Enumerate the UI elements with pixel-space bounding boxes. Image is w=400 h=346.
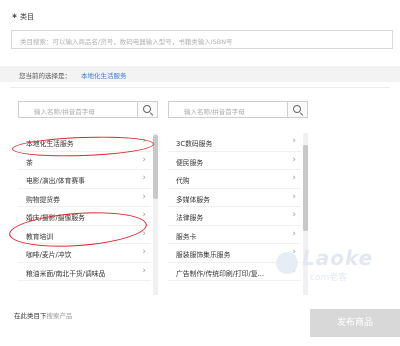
list-item-label: 咖啡/麦片/冲饮 xyxy=(26,251,72,259)
level2-search-placeholder: 输入名称/拼音首字母 xyxy=(184,108,245,116)
list-item-label: 粮油米面/南北干货/调味品 xyxy=(26,269,106,278)
level1-search-button[interactable] xyxy=(137,102,157,117)
current-selection-value[interactable]: 本地化生活服务 xyxy=(81,70,127,80)
chevron-right-icon: › xyxy=(142,210,146,220)
chevron-right-icon: › xyxy=(292,228,296,239)
list-item-label: 服务卡 xyxy=(176,232,197,241)
chevron-right-icon: › xyxy=(292,173,296,183)
list-item-label: 广告制作/传统印刷/打印/复... xyxy=(176,269,265,278)
list-item-label: 便民服务 xyxy=(176,158,204,167)
watermark-subtext: com老客 xyxy=(310,273,348,283)
current-selection-label: 您当前的选择是： xyxy=(19,72,71,80)
chevron-right-icon: › xyxy=(142,154,146,165)
chevron-right-icon: › xyxy=(142,173,146,183)
list-item-label: 电影/演出/体育赛事 xyxy=(26,177,85,185)
list-item[interactable]: 购物提货券 › xyxy=(18,189,151,207)
search-icon xyxy=(293,105,301,113)
level2-scrollbar-thumb[interactable] xyxy=(303,145,308,231)
list-item[interactable]: 多媒体服务 › xyxy=(168,189,301,207)
list-item[interactable]: 电影/演出/体育赛事 › xyxy=(18,170,151,189)
level1-scrollbar[interactable] xyxy=(153,133,158,295)
current-selection-bar: 您当前的选择是： 本地化生活服务 xyxy=(0,66,400,82)
watermark-text: Laoke xyxy=(302,246,374,270)
chevron-right-icon: › xyxy=(292,210,296,220)
chevron-right-icon: › xyxy=(142,191,146,202)
list-item[interactable]: 3C数码服务 › xyxy=(168,133,301,152)
list-item[interactable]: 服务卡 › xyxy=(168,226,301,244)
chevron-right-icon: › xyxy=(292,136,296,146)
watermark-icon xyxy=(276,252,298,274)
category-section-title: 类目 xyxy=(20,13,34,21)
laoke-watermark-logo: Laoke com老客 xyxy=(276,246,376,294)
category-search-placeholder: 类目搜索：可以输入商品名/货号，数码电器输入型号，书籍类输入ISBN号 xyxy=(20,38,233,46)
level2-search-input[interactable]: 输入名称/拼音首字母 xyxy=(168,101,308,118)
chevron-right-icon: › xyxy=(142,247,146,257)
list-item-label: 3C数码服务 xyxy=(176,140,213,148)
list-item-label: 服装服饰集乐服务 xyxy=(176,251,231,259)
list-item[interactable]: 咖啡/麦片/冲饮 › xyxy=(18,244,151,263)
search-icon xyxy=(143,105,151,113)
list-item-label: 茶 xyxy=(26,158,33,167)
search-in-category-main: 在此类目下 xyxy=(14,312,47,320)
required-mark-icon: ✱ xyxy=(12,13,18,20)
search-in-category-link[interactable]: 在此类目下搜索产品 xyxy=(14,310,73,320)
level1-category-column: 输入名称/拼音首字母 本地化生活服务 › 茶 › 电影/演出/体育赛事 › 购物提货券… xyxy=(18,97,158,295)
search-in-category-sub: 搜索产品 xyxy=(46,312,73,320)
list-item-label: 法律服务 xyxy=(176,214,204,222)
list-item[interactable]: 便民服务 › xyxy=(168,152,301,170)
level1-search-placeholder: 输入名称/拼音首字母 xyxy=(34,108,95,116)
category-search-input[interactable]: 类目搜索：可以输入商品名/货号，数码电器输入型号，书籍类输入ISBN号 xyxy=(11,30,393,49)
list-item[interactable]: 粮油米面/南北干货/调味品 › xyxy=(18,263,151,281)
chevron-right-icon: › xyxy=(142,265,146,276)
list-item[interactable]: 法律服务 › xyxy=(168,207,301,226)
list-item-label: 购物提货券 xyxy=(26,195,60,204)
list-item-label: 多媒体服务 xyxy=(176,195,210,204)
chevron-right-icon: › xyxy=(292,154,296,165)
list-item[interactable]: 代购 › xyxy=(168,170,301,189)
list-item-label: 代购 xyxy=(176,177,190,185)
level1-search-input[interactable]: 输入名称/拼音首字母 xyxy=(18,101,158,118)
publish-product-button[interactable]: 发布商品 xyxy=(310,309,400,337)
chevron-right-icon: › xyxy=(292,191,296,202)
level2-search-button[interactable] xyxy=(287,102,307,117)
